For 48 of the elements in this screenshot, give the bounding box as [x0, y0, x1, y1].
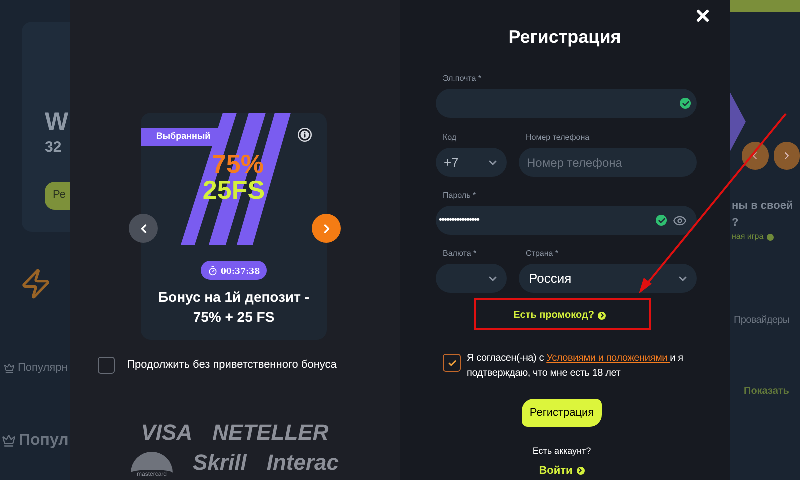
consent-text: Я согласен(-на) с Условиями и положениями и я подтверждаю, что мне есть 18 лет: [467, 352, 684, 381]
field-label: Эл.почта *: [442, 75, 483, 83]
bonus-title: Бонус на 1й депозит - 75% + 25 FS: [157, 288, 311, 327]
checkbox-label: Продолжить без приветственного бонуса: [127, 358, 337, 374]
promo-heading: ны в своей: [731, 199, 794, 214]
arrow-circle-icon: [576, 466, 585, 475]
chevron-shape-icon: [730, 92, 746, 152]
consent-checkbox[interactable]: [443, 354, 461, 372]
check-icon: [448, 358, 456, 368]
password-field[interactable]: ••••••••••••••••: [436, 206, 697, 235]
field-label: Номер телефона: [525, 134, 591, 142]
code-select[interactable]: +7: [436, 148, 507, 177]
field-label: Код: [442, 134, 458, 142]
phone-field[interactable]: Номер телефона: [519, 148, 697, 177]
checkbox[interactable]: [98, 357, 116, 374]
payment-logo: Interac: [266, 452, 339, 477]
country-select[interactable]: Россия: [519, 264, 697, 293]
register-button[interactable]: Регистрация: [522, 399, 602, 427]
game-link[interactable]: ная игра: [732, 231, 764, 243]
terms-link[interactable]: Условиями и положениями: [546, 353, 670, 364]
timer-badge: 00:37:38: [200, 261, 268, 280]
previous-button[interactable]: [129, 214, 158, 243]
field-label: Страна *: [525, 250, 560, 258]
login-link[interactable]: Войти: [539, 462, 573, 479]
promo-heading: ?: [731, 216, 740, 230]
form-title: Регистрация: [508, 26, 622, 49]
payment-logo: NETELLER: [212, 422, 329, 444]
field-label: Пароль *: [442, 192, 478, 200]
banner-title: W: [45, 110, 70, 135]
account-question: Есть аккаунт?: [532, 445, 592, 458]
info-icon[interactable]: [298, 128, 312, 142]
arrow-circle-icon: [598, 312, 606, 320]
promo-link[interactable]: Есть промокод?: [514, 308, 594, 323]
next-button[interactable]: [312, 214, 341, 243]
banner-subtitle: 32: [45, 138, 63, 158]
crown-icon: [4, 362, 15, 374]
payment-logo: Skrill: [193, 452, 247, 477]
banner-button[interactable]: Ре: [45, 182, 70, 210]
top-bar: [730, 0, 800, 12]
close-button[interactable]: [694, 7, 712, 25]
field-label: Валюта *: [442, 250, 478, 258]
section-heading: Попул: [19, 430, 69, 450]
eye-icon[interactable]: [673, 214, 687, 228]
lightning-icon: [20, 268, 52, 300]
payment-logo: VISA: [141, 422, 193, 444]
previous-button[interactable]: [742, 142, 768, 170]
email-field[interactable]: [436, 89, 697, 118]
crown-icon: [2, 434, 16, 448]
